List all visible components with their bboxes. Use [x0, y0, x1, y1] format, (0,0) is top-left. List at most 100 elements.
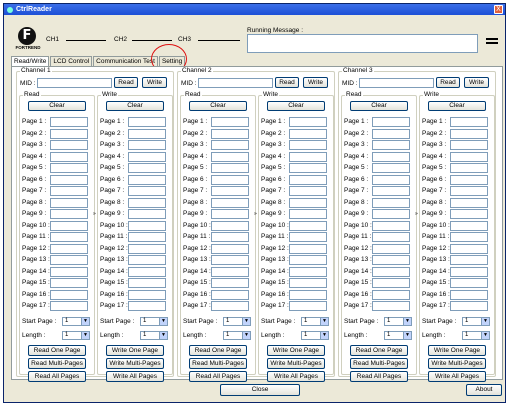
read-page-2-field[interactable] [372, 128, 410, 139]
chevron-down-icon[interactable]: ▼ [320, 318, 328, 325]
write-page-3-field[interactable] [450, 140, 488, 150]
read-page-16-field[interactable] [211, 289, 249, 300]
read-page-13-field[interactable] [50, 255, 88, 265]
mid-read-button[interactable]: Read [436, 77, 460, 88]
read-clear-button[interactable]: Clear [350, 101, 408, 111]
write-page-17-field[interactable] [128, 301, 166, 311]
read-read-one-page-button[interactable]: Read One Page [350, 345, 408, 356]
chevron-down-icon[interactable]: ▼ [481, 318, 489, 325]
write-page-14-field[interactable] [128, 266, 166, 277]
mid-write-button[interactable]: Write [303, 77, 328, 88]
read-read-multi-pages-button[interactable]: Read Multi-Pages [350, 358, 408, 369]
read-page-13-field[interactable] [372, 255, 410, 265]
write-page-2-field[interactable] [450, 128, 488, 139]
write-write-all-pages-button[interactable]: Write All Pages [106, 371, 164, 382]
write-page-5-field[interactable] [450, 163, 488, 173]
write-page-3-field[interactable] [128, 140, 166, 150]
write-write-multi-pages-button[interactable]: Write Multi-Pages [106, 358, 164, 369]
write-page-14-field[interactable] [289, 266, 327, 277]
read-page-15-field[interactable] [50, 278, 88, 288]
write-start-page-select[interactable]: 1 ▼ [301, 317, 329, 326]
read-read-multi-pages-button[interactable]: Read Multi-Pages [189, 358, 247, 369]
write-page-7-field[interactable] [289, 186, 327, 196]
read-page-7-field[interactable] [372, 186, 410, 196]
read-page-17-field[interactable] [50, 301, 88, 311]
read-page-1-field[interactable] [372, 117, 410, 127]
write-page-1-field[interactable] [128, 117, 166, 127]
write-length-select[interactable]: 1 ▼ [301, 331, 329, 340]
read-read-one-page-button[interactable]: Read One Page [28, 345, 86, 356]
write-page-6-field[interactable] [289, 174, 327, 185]
write-page-16-field[interactable] [128, 289, 166, 300]
chevron-down-icon[interactable]: ▼ [242, 318, 250, 325]
write-page-1-field[interactable] [289, 117, 327, 127]
write-length-select[interactable]: 1 ▼ [140, 331, 168, 340]
read-page-7-field[interactable] [50, 186, 88, 196]
about-button[interactable]: About [466, 384, 502, 396]
write-page-13-field[interactable] [289, 255, 327, 265]
read-length-select[interactable]: 1 ▼ [62, 331, 90, 340]
chevron-down-icon[interactable]: ▼ [159, 332, 167, 339]
read-page-16-field[interactable] [50, 289, 88, 300]
write-page-12-field[interactable] [450, 243, 488, 254]
read-page-11-field[interactable] [211, 232, 249, 242]
write-page-11-field[interactable] [289, 232, 327, 242]
tab-lcd-control[interactable]: LCD Control [50, 56, 93, 66]
mid-field[interactable] [198, 78, 273, 88]
read-page-8-field[interactable] [50, 197, 88, 208]
read-page-3-field[interactable] [50, 140, 88, 150]
menu-icon[interactable] [486, 38, 498, 44]
mid-read-button[interactable]: Read [275, 77, 299, 88]
write-page-1-field[interactable] [450, 117, 488, 127]
write-page-10-field[interactable] [128, 220, 166, 231]
mid-write-button[interactable]: Write [142, 77, 167, 88]
read-page-11-field[interactable] [50, 232, 88, 242]
write-page-11-field[interactable] [450, 232, 488, 242]
read-page-9-field[interactable] [50, 209, 88, 219]
read-page-12-field[interactable] [211, 243, 249, 254]
read-page-7-field[interactable] [211, 186, 249, 196]
write-page-17-field[interactable] [289, 301, 327, 311]
write-page-8-field[interactable] [289, 197, 327, 208]
write-write-all-pages-button[interactable]: Write All Pages [428, 371, 486, 382]
write-page-4-field[interactable] [450, 151, 488, 162]
read-page-8-field[interactable] [372, 197, 410, 208]
write-page-8-field[interactable] [128, 197, 166, 208]
mid-write-button[interactable]: Write [464, 77, 489, 88]
write-page-9-field[interactable] [289, 209, 327, 219]
write-write-multi-pages-button[interactable]: Write Multi-Pages [428, 358, 486, 369]
read-page-14-field[interactable] [372, 266, 410, 277]
read-page-6-field[interactable] [50, 174, 88, 185]
read-page-14-field[interactable] [211, 266, 249, 277]
write-page-10-field[interactable] [450, 220, 488, 231]
mid-field[interactable] [37, 78, 112, 88]
read-page-10-field[interactable] [372, 220, 410, 231]
read-page-13-field[interactable] [211, 255, 249, 265]
chevron-down-icon[interactable]: ▼ [481, 332, 489, 339]
write-page-11-field[interactable] [128, 232, 166, 242]
read-page-14-field[interactable] [50, 266, 88, 277]
write-page-13-field[interactable] [128, 255, 166, 265]
read-read-all-pages-button[interactable]: Read All Pages [350, 371, 408, 382]
read-page-3-field[interactable] [372, 140, 410, 150]
read-read-multi-pages-button[interactable]: Read Multi-Pages [28, 358, 86, 369]
read-read-all-pages-button[interactable]: Read All Pages [28, 371, 86, 382]
write-page-15-field[interactable] [128, 278, 166, 288]
read-start-page-select[interactable]: 1 ▼ [384, 317, 412, 326]
read-page-6-field[interactable] [372, 174, 410, 185]
chevron-down-icon[interactable]: ▼ [403, 332, 411, 339]
write-page-9-field[interactable] [450, 209, 488, 219]
mid-field[interactable] [359, 78, 434, 88]
read-page-3-field[interactable] [211, 140, 249, 150]
write-write-multi-pages-button[interactable]: Write Multi-Pages [267, 358, 325, 369]
read-page-6-field[interactable] [211, 174, 249, 185]
read-read-all-pages-button[interactable]: Read All Pages [189, 371, 247, 382]
read-page-5-field[interactable] [50, 163, 88, 173]
read-page-1-field[interactable] [50, 117, 88, 127]
read-clear-button[interactable]: Clear [28, 101, 86, 111]
write-page-2-field[interactable] [128, 128, 166, 139]
write-write-one-page-button[interactable]: Write One Page [428, 345, 486, 356]
read-start-page-select[interactable]: 1 ▼ [223, 317, 251, 326]
read-page-9-field[interactable] [211, 209, 249, 219]
write-clear-button[interactable]: Clear [267, 101, 325, 111]
